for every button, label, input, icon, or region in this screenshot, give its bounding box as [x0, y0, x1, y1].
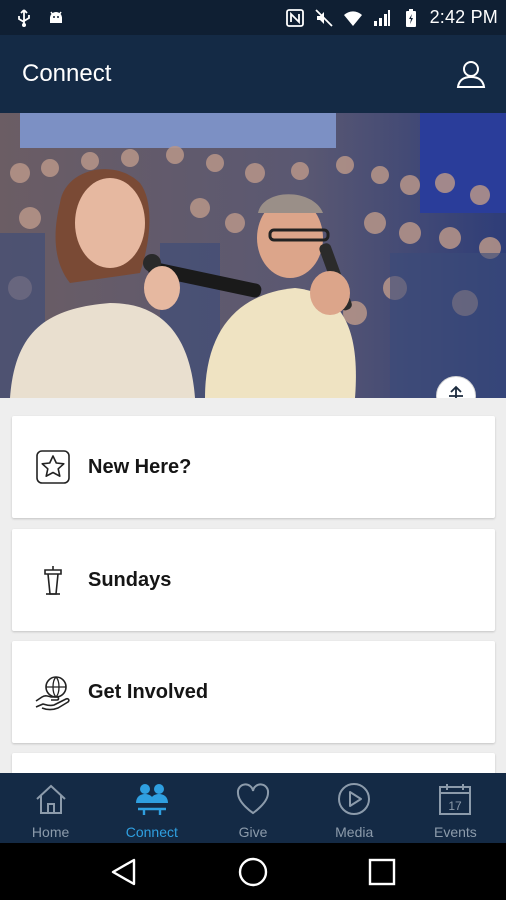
heart-icon [233, 779, 273, 819]
hand-globe-icon [34, 673, 72, 711]
home-button[interactable] [231, 850, 275, 894]
tab-label: Give [238, 824, 268, 840]
list-item-new-here[interactable]: New Here? [12, 416, 495, 518]
status-time: 2:42 PM [429, 7, 498, 27]
tab-home[interactable]: Home [0, 773, 101, 843]
profile-button[interactable] [454, 57, 488, 91]
star-badge-icon [34, 448, 72, 486]
recents-button[interactable] [360, 850, 404, 894]
list-item-sundays[interactable]: Sundays [12, 529, 495, 631]
status-bar: 2:42 PM [0, 0, 506, 35]
podium-icon [34, 561, 72, 599]
people-icon [132, 779, 172, 819]
mute-icon [314, 8, 333, 27]
list-item-next[interactable] [12, 753, 495, 773]
status-right: 2:42 PM [285, 7, 498, 28]
home-icon [31, 779, 71, 819]
hero-image [0, 113, 506, 398]
nfc-icon [285, 8, 304, 27]
recents-icon [368, 858, 395, 885]
system-nav-bar [0, 843, 506, 900]
page-title: Connect [22, 60, 112, 87]
worship-singers-photo [0, 113, 506, 398]
tab-events[interactable]: 17 Events [405, 773, 506, 843]
back-icon [112, 858, 136, 885]
tab-media[interactable]: Media [304, 773, 405, 843]
tab-label: Media [335, 824, 374, 840]
battery-charging-icon [405, 8, 416, 27]
android-debug-icon [50, 11, 62, 23]
list-item-label: Sundays [88, 568, 172, 591]
list-item-label: New Here? [88, 455, 192, 478]
tab-label: Connect [125, 824, 178, 840]
back-button[interactable] [102, 850, 146, 894]
tab-connect[interactable]: Connect [101, 773, 202, 843]
tab-label: Home [31, 824, 70, 840]
status-left [14, 8, 66, 28]
wifi-icon [343, 10, 362, 26]
home-circle-icon [238, 857, 268, 886]
usb-icon [18, 8, 30, 27]
list-item-get-involved[interactable]: Get Involved [12, 641, 495, 743]
calendar-day: 17 [449, 799, 463, 813]
tab-label: Events [434, 824, 477, 840]
play-icon [334, 779, 374, 819]
app-header: Connect [0, 35, 506, 113]
bottom-tab-bar: Home Connect Give Media 17 Events [0, 773, 506, 843]
calendar-icon: 17 [435, 779, 475, 819]
connect-list: New Here? Sundays Get Involved [0, 398, 506, 773]
signal-icon [373, 9, 390, 26]
person-icon [456, 61, 486, 88]
list-item-label: Get Involved [88, 680, 209, 703]
tab-give[interactable]: Give [202, 773, 303, 843]
